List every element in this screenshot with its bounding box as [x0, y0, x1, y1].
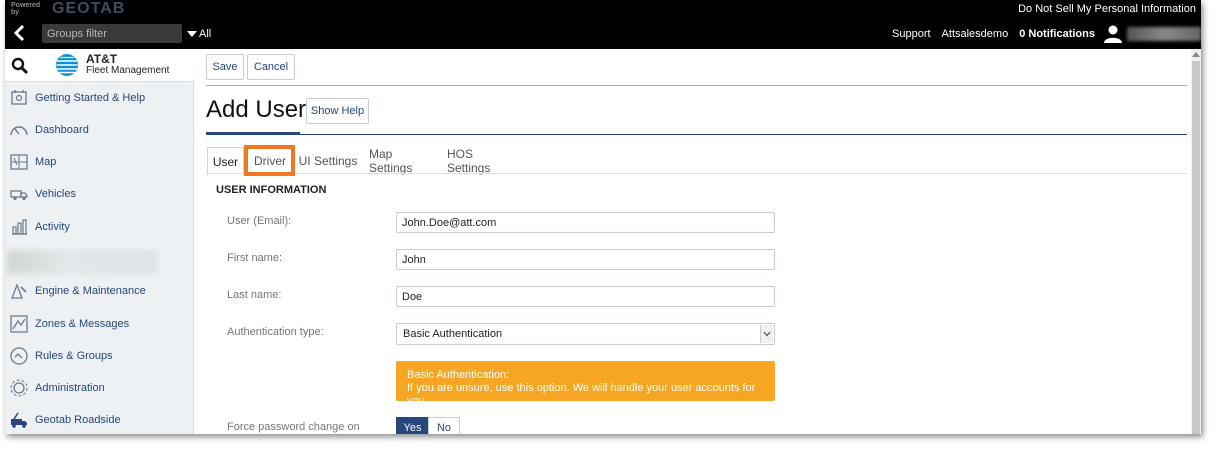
account-link[interactable]: Attsalesdemo	[942, 28, 1009, 40]
scroll-up-arrow-icon[interactable]	[1192, 52, 1200, 57]
groups-all-dropdown[interactable]: All	[187, 28, 211, 40]
sidebar-item-getting-started[interactable]: Getting Started & Help	[5, 84, 194, 112]
info-title: Basic Authentication:	[407, 369, 510, 381]
app-window: Powered by GEOTAB Do Not Sell My Persona…	[5, 0, 1201, 434]
bar-chart-icon	[12, 219, 27, 235]
section-heading: USER INFORMATION	[216, 184, 327, 196]
truck-icon	[10, 190, 28, 201]
map-icon	[10, 154, 28, 170]
title-divider	[206, 134, 1187, 135]
tabs-divider	[206, 173, 1187, 174]
vertical-scrollbar[interactable]	[1191, 49, 1201, 434]
sidebar-item-redacted	[7, 250, 157, 274]
auth-type-label: Authentication type:	[227, 326, 324, 338]
cancel-button[interactable]: Cancel	[247, 54, 295, 80]
username-redacted	[1127, 27, 1201, 41]
auth-type-select[interactable]: Basic Authentication	[396, 323, 775, 345]
tow-truck-icon	[11, 412, 27, 428]
force-password-label: Force password change on	[227, 421, 360, 433]
title-underline	[206, 132, 300, 135]
show-help-button[interactable]: Show Help	[306, 98, 369, 124]
auth-type-value: Basic Authentication	[403, 328, 503, 340]
sidebar-item-vehicles[interactable]: Vehicles	[5, 180, 194, 208]
sidebar-item-label: Vehicles	[35, 188, 76, 200]
force-password-yes-button[interactable]: Yes	[396, 417, 429, 434]
back-arrow-icon[interactable]	[11, 24, 29, 42]
notifications-link[interactable]: 0 Notifications	[1019, 28, 1095, 40]
tab-ui-settings[interactable]: UI Settings	[298, 147, 358, 175]
top-bar: Powered by GEOTAB Do Not Sell My Persona…	[5, 0, 1201, 49]
all-label: All	[199, 28, 212, 40]
sidebar: AT&T Fleet Management Getting Started & …	[5, 49, 194, 434]
help-book-icon	[11, 90, 27, 105]
brand-line-2: Fleet Management	[86, 65, 170, 76]
chevron-down-icon[interactable]	[760, 325, 773, 343]
brand-name: AT&T Fleet Management	[86, 52, 170, 76]
do-not-sell-link[interactable]: Do Not Sell My Personal Information	[1018, 3, 1196, 15]
sidebar-item-label: Activity	[35, 221, 70, 233]
sidebar-item-rules-groups[interactable]: Rules & Groups	[5, 342, 194, 370]
tab-user[interactable]: User	[207, 147, 244, 175]
force-password-no-button[interactable]: No	[428, 417, 460, 434]
sidebar-item-label: Administration	[35, 382, 105, 394]
tab-map-settings[interactable]: Map Settings	[369, 147, 433, 175]
first-name-field[interactable]	[396, 249, 775, 270]
main-content: Save Cancel Add User Show Help User Driv…	[194, 49, 1201, 434]
powered-by-text: Powered by	[11, 2, 41, 16]
last-name-field[interactable]	[396, 286, 775, 307]
save-button[interactable]: Save	[206, 54, 244, 80]
gauge-icon	[10, 126, 28, 136]
sidebar-header: AT&T Fleet Management	[5, 49, 194, 82]
email-label: User (Email):	[227, 215, 292, 227]
sidebar-item-label: Rules & Groups	[35, 350, 113, 362]
driver-tab-highlight	[244, 145, 295, 176]
sidebar-item-map[interactable]: Map	[5, 148, 194, 176]
sidebar-item-label: Zones & Messages	[35, 318, 130, 330]
sidebar-item-label: Dashboard	[35, 124, 89, 136]
scrollbar-thumb[interactable]	[1192, 61, 1200, 434]
groups-filter-input[interactable]	[42, 24, 182, 43]
user-avatar-icon[interactable]	[1103, 25, 1123, 43]
last-name-label: Last name:	[227, 289, 282, 301]
sidebar-item-zones-messages[interactable]: Zones & Messages	[5, 310, 194, 338]
geotab-logo: GEOTAB	[52, 0, 126, 17]
info-text: If you are unsure, use this option. We w…	[407, 382, 756, 407]
sidebar-item-engine-maintenance[interactable]: Engine & Maintenance	[5, 277, 194, 305]
sidebar-item-label: Map	[35, 156, 57, 168]
email-field[interactable]	[396, 212, 775, 233]
top-right-menu: Support Attsalesdemo 0 Notifications	[892, 25, 1201, 43]
toolbar-divider	[206, 85, 1187, 86]
chevron-down-icon	[187, 31, 197, 37]
rules-icon	[10, 347, 28, 365]
sidebar-item-activity[interactable]: Activity	[5, 213, 194, 241]
auth-info-box: Basic Authentication: If you are unsure,…	[396, 361, 775, 407]
search-icon[interactable]	[11, 57, 29, 75]
zone-icon	[10, 315, 28, 333]
sidebar-item-label: Getting Started & Help	[35, 92, 146, 104]
first-name-label: First name:	[227, 252, 283, 264]
gear-icon	[10, 379, 28, 397]
sidebar-item-geotab-roadside[interactable]: Geotab Roadside	[5, 406, 194, 434]
sidebar-item-label: Engine & Maintenance	[35, 285, 146, 297]
sidebar-item-administration[interactable]: Administration	[5, 374, 194, 402]
sidebar-item-label: Geotab Roadside	[35, 414, 121, 426]
brand-line-1: AT&T	[86, 52, 118, 66]
att-globe-icon	[56, 54, 78, 76]
page-title: Add User	[206, 96, 307, 123]
support-link[interactable]: Support	[892, 28, 931, 40]
wrench-icon	[11, 283, 27, 299]
sidebar-item-dashboard[interactable]: Dashboard	[5, 116, 194, 144]
tab-hos-settings[interactable]: HOS Settings	[447, 147, 513, 175]
